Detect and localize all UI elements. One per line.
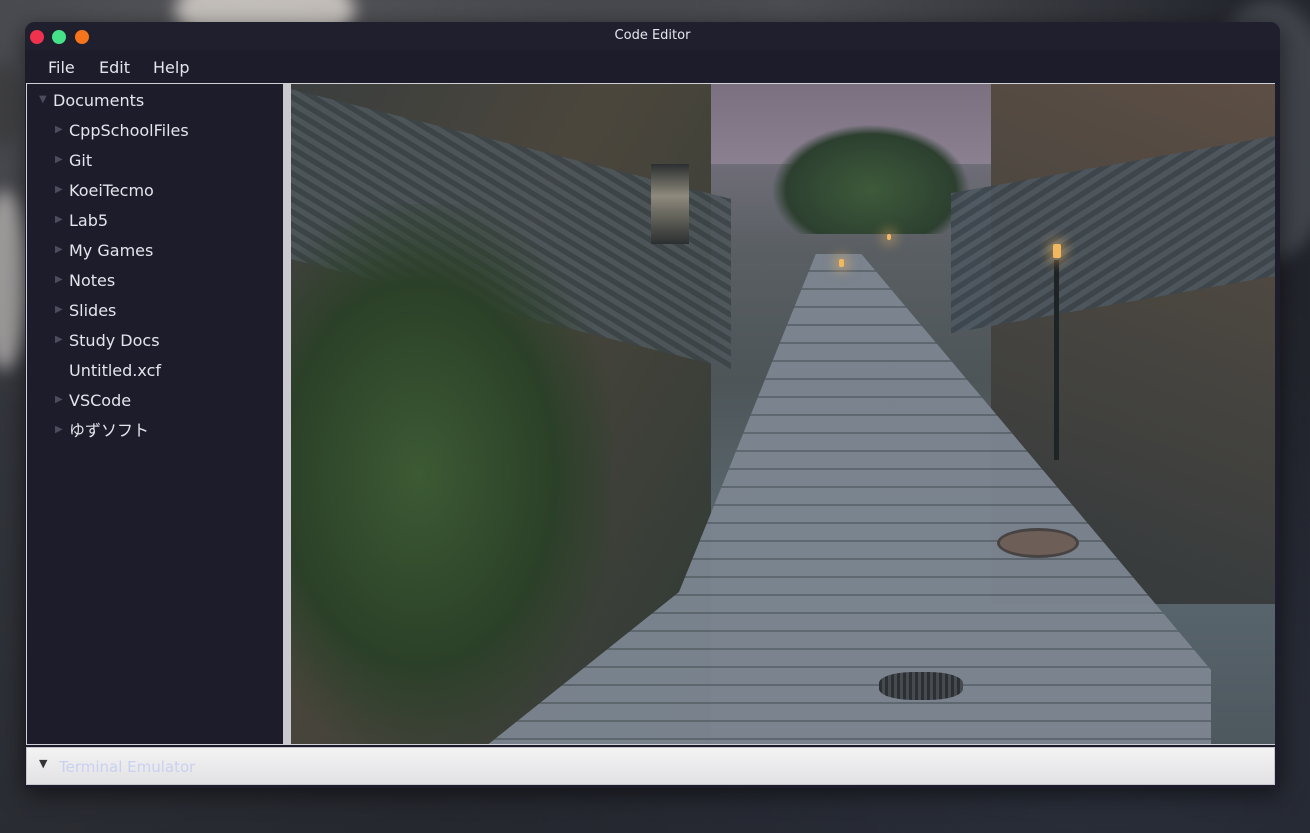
tree-item-label: ゆずソフト bbox=[69, 421, 150, 440]
triangle-right-icon[interactable]: ▶ bbox=[55, 239, 69, 261]
pane-splitter[interactable] bbox=[283, 84, 291, 744]
menu-edit[interactable]: Edit bbox=[99, 58, 130, 77]
tree-item[interactable]: ▶ Study Docs bbox=[55, 330, 160, 352]
triangle-right-icon[interactable]: ▶ bbox=[55, 209, 69, 231]
tree-item-label: VSCode bbox=[69, 391, 132, 410]
image-lamp-light bbox=[887, 234, 891, 240]
triangle-right-icon[interactable]: ▶ bbox=[55, 269, 69, 291]
image-lamp-light bbox=[839, 259, 844, 267]
code-editor-window: Code Editor File Edit Help ▼ Documents ▶ C… bbox=[25, 22, 1280, 788]
image-drain-grate bbox=[879, 672, 963, 700]
image-foliage bbox=[291, 204, 611, 744]
triangle-right-icon[interactable]: ▶ bbox=[55, 119, 69, 141]
tree-item-label: Study Docs bbox=[69, 331, 160, 350]
file-tree[interactable]: ▼ Documents ▶ CppSchoolFiles ▶ Git ▶ KoeiTec… bbox=[27, 84, 283, 744]
tree-root-documents[interactable]: ▼ Documents bbox=[39, 90, 144, 112]
window-title: Code Editor bbox=[614, 28, 691, 43]
triangle-down-icon[interactable]: ▼ bbox=[39, 757, 47, 770]
tree-item[interactable]: ▶ KoeiTecmo bbox=[55, 180, 154, 202]
image-manhole bbox=[997, 528, 1079, 558]
title-bar[interactable]: Code Editor bbox=[25, 22, 1280, 50]
image-lamp-light bbox=[1053, 244, 1061, 258]
image-lantern bbox=[651, 164, 689, 244]
tree-item[interactable]: ▶ Notes bbox=[55, 270, 115, 292]
tree-item-label: Untitled.xcf bbox=[69, 361, 161, 380]
tree-item-label: Git bbox=[69, 151, 93, 170]
tree-item-label: Lab5 bbox=[69, 211, 109, 230]
tree-item[interactable]: ▶ ゆずソフト bbox=[55, 420, 149, 442]
tree-root-label: Documents bbox=[53, 91, 145, 110]
editor-background-image bbox=[291, 84, 1275, 744]
tree-item-label: CppSchoolFiles bbox=[69, 121, 189, 140]
triangle-right-icon[interactable]: ▶ bbox=[55, 299, 69, 321]
terminal-title: Terminal Emulator bbox=[59, 758, 196, 776]
tree-item[interactable]: ▶ My Games bbox=[55, 240, 153, 262]
tree-item[interactable]: ▶ Git bbox=[55, 150, 92, 172]
tree-item-file[interactable]: ▶Untitled.xcf bbox=[55, 360, 161, 382]
tree-item-label: My Games bbox=[69, 241, 154, 260]
triangle-right-icon[interactable]: ▶ bbox=[55, 329, 69, 351]
image-trees bbox=[771, 124, 971, 234]
wallpaper-shadow bbox=[0, 60, 20, 150]
tree-item-label: Notes bbox=[69, 271, 116, 290]
tree-item[interactable]: ▶ CppSchoolFiles bbox=[55, 120, 189, 142]
terminal-panel-header[interactable]: ▼ Terminal Emulator bbox=[26, 747, 1275, 785]
triangle-right-icon[interactable]: ▶ bbox=[55, 389, 69, 411]
triangle-down-icon[interactable]: ▼ bbox=[39, 89, 53, 111]
tree-item[interactable]: ▶ VSCode bbox=[55, 390, 131, 412]
tree-item-label: KoeiTecmo bbox=[69, 181, 154, 200]
image-lamp-post bbox=[1054, 260, 1059, 460]
triangle-right-icon[interactable]: ▶ bbox=[55, 149, 69, 171]
triangle-right-icon[interactable]: ▶ bbox=[55, 419, 69, 441]
tree-item[interactable]: ▶ Slides bbox=[55, 300, 116, 322]
tree-item[interactable]: ▶ Lab5 bbox=[55, 210, 108, 232]
menu-file[interactable]: File bbox=[48, 58, 75, 77]
triangle-right-icon[interactable]: ▶ bbox=[55, 179, 69, 201]
tree-item-label: Slides bbox=[69, 301, 117, 320]
menu-help[interactable]: Help bbox=[153, 58, 189, 77]
menu-bar: File Edit Help bbox=[25, 50, 1276, 83]
